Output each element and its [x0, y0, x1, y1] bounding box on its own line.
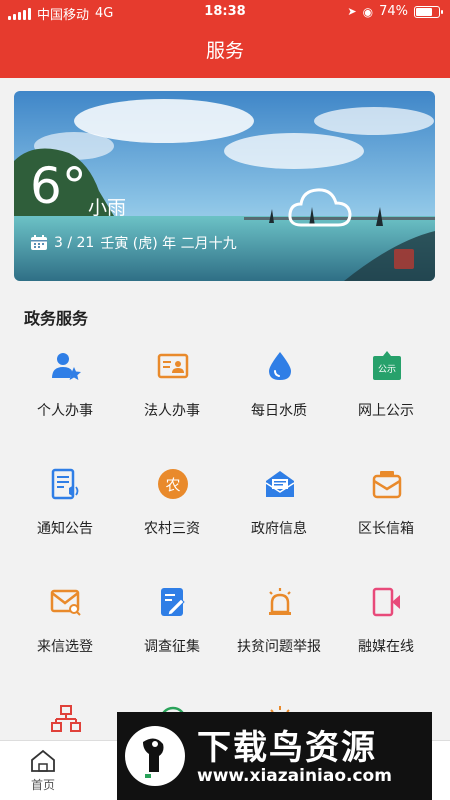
- nav-home-label: 首页: [30, 778, 55, 792]
- solar-date: 3 / 21: [54, 235, 95, 251]
- cloud-icon: [288, 188, 352, 227]
- calendar-icon: [31, 235, 47, 250]
- service-label: 农村三资: [144, 521, 200, 537]
- service-label: 区长信箱: [358, 521, 414, 537]
- date-row: 3 / 21 壬寅 (虎) 年 二月十九: [30, 233, 237, 253]
- rural-assets-icon: 农: [158, 469, 188, 499]
- service-label: 每日水质: [251, 403, 307, 419]
- service-label: 网上公示: [358, 403, 414, 419]
- survey-icon: [161, 588, 185, 616]
- watermark-url: www.xiazainiao.com: [197, 766, 392, 786]
- watermark-overlay: 下载鸟资源 www.xiazainiao.com: [117, 712, 432, 800]
- notice-board-icon: 公示: [373, 351, 401, 380]
- top-bar: 中国移动 4G 18:38 ➤ ◉ 74% 服务: [0, 0, 450, 78]
- letter-search-icon: [50, 589, 81, 616]
- section-title: 政务服务: [24, 309, 89, 328]
- service-daily-water-quality[interactable]: 每日水质: [226, 350, 332, 440]
- battery-level: [416, 7, 433, 16]
- service-label: 调查征集: [144, 639, 200, 655]
- battery-icon: [414, 5, 443, 18]
- temperature: 6°: [30, 157, 87, 215]
- alarm-icon: [269, 588, 291, 615]
- service-notice-announcement[interactable]: 通知公告: [12, 468, 118, 558]
- water-drop-icon: [269, 352, 291, 380]
- mailbox-icon: [372, 471, 402, 499]
- seal-stamp: [394, 249, 414, 269]
- service-rural-assets[interactable]: 农 农村三资: [119, 468, 225, 558]
- service-media-online[interactable]: 融媒在线: [333, 586, 439, 676]
- nav-home[interactable]: 首页: [18, 749, 68, 793]
- battery-percent: 74%: [379, 4, 408, 19]
- weather-condition: 小雨: [88, 197, 127, 219]
- home-icon: [31, 749, 55, 772]
- notice-board-badge: 公示: [378, 364, 396, 375]
- service-district-mailbox[interactable]: 区长信箱: [333, 468, 439, 558]
- service-poverty-report[interactable]: 扶贫问题举报: [226, 586, 332, 676]
- service-selected-letters[interactable]: 来信选登: [12, 586, 118, 676]
- org-chart-icon: [51, 705, 81, 732]
- service-personal-affairs[interactable]: 个人办事: [12, 350, 118, 440]
- service-survey-collection[interactable]: 调查征集: [119, 586, 225, 676]
- service-online-publicity[interactable]: 公示 网上公示: [333, 350, 439, 440]
- id-card-icon: [157, 353, 189, 379]
- bird-logo-icon: [127, 728, 183, 784]
- government-info-icon: [265, 471, 295, 497]
- announcement-icon: [51, 468, 79, 500]
- service-label: 法人办事: [144, 403, 200, 419]
- location-icon: ➤: [347, 5, 357, 18]
- service-label: 来信选登: [37, 639, 93, 655]
- service-label: 政府信息: [251, 521, 307, 537]
- page-title: 服务: [205, 40, 244, 62]
- person-icon: [52, 353, 81, 380]
- orientation-lock-icon: ◉: [362, 4, 374, 19]
- service-label: 个人办事: [37, 403, 93, 419]
- weather-banner[interactable]: 6° 小雨 3 / 21 壬寅 (虎) 年 二月十九: [14, 91, 435, 281]
- watermark-title: 下载鸟资源: [197, 728, 377, 768]
- service-government-info[interactable]: 政府信息: [226, 468, 332, 558]
- status-bar: 中国移动 4G 18:38 ➤ ◉ 74%: [0, 0, 450, 24]
- service-label: 融媒在线: [358, 639, 414, 655]
- service-legal-person-affairs[interactable]: 法人办事: [119, 350, 225, 440]
- watermark-logo: [125, 726, 185, 786]
- service-label: 扶贫问题举报: [237, 639, 321, 655]
- lunar-date: 壬寅 (虎) 年 二月十九: [100, 236, 237, 252]
- service-label: 通知公告: [37, 521, 93, 537]
- rural-assets-badge: 农: [165, 476, 180, 494]
- media-online-icon: [372, 587, 400, 617]
